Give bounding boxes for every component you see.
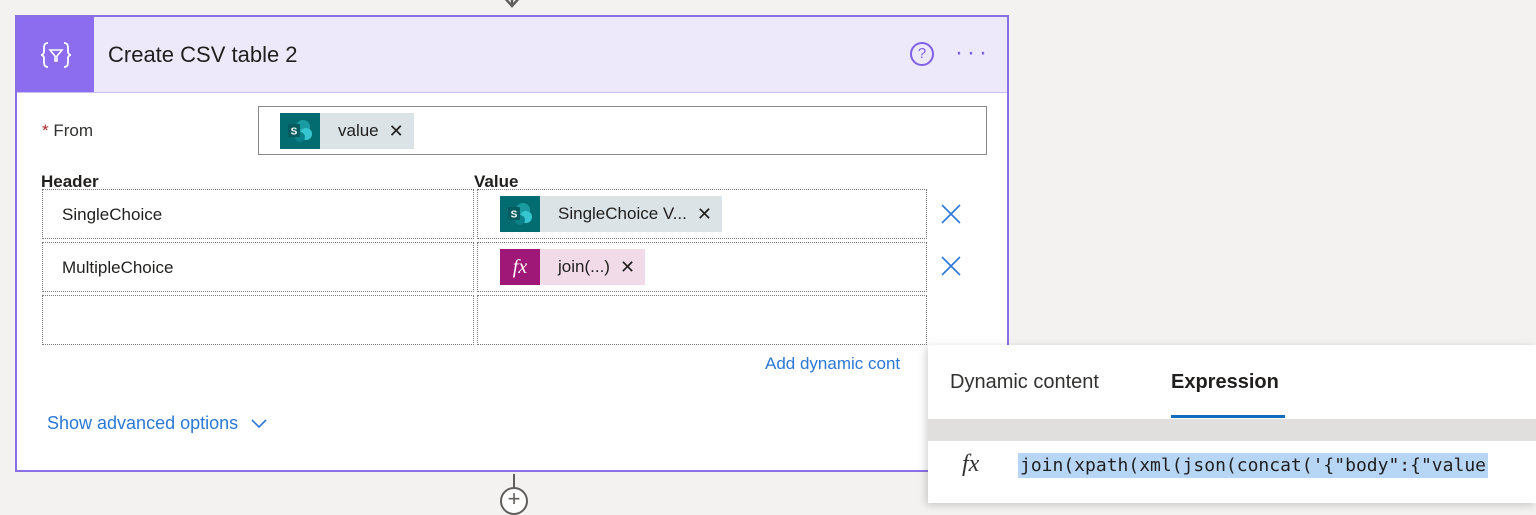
- sharepoint-icon: S: [280, 113, 320, 149]
- from-value-token[interactable]: S value ✕: [280, 113, 414, 149]
- from-label-text: From: [53, 121, 94, 140]
- delete-row-2-icon[interactable]: [937, 252, 965, 280]
- help-icon[interactable]: ?: [910, 42, 934, 66]
- expression-input[interactable]: fx join(xpath(xml(json(concat('{"body":{…: [928, 441, 1536, 503]
- header-input-row-1[interactable]: SingleChoice: [42, 189, 474, 239]
- svg-text:S: S: [291, 127, 298, 138]
- expression-area: fx join(xpath(xml(json(concat('{"body":{…: [928, 419, 1536, 503]
- remove-token-icon[interactable]: ✕: [620, 257, 645, 278]
- header-input-row-3[interactable]: [42, 295, 474, 345]
- add-dynamic-content-link[interactable]: Add dynamic cont: [765, 354, 900, 374]
- chevron-down-icon: [251, 418, 267, 428]
- data-operation-icon: [17, 17, 94, 92]
- expression-text[interactable]: join(xpath(xml(json(concat('{"body":{"va…: [1018, 453, 1488, 478]
- value-token-row-1[interactable]: S SingleChoice V... ✕: [500, 196, 722, 232]
- sharepoint-icon: S: [500, 196, 540, 232]
- token-label: value: [338, 121, 379, 140]
- svg-text:S: S: [511, 210, 518, 221]
- delete-row-1-icon[interactable]: [937, 200, 965, 228]
- create-csv-table-card: Create CSV table 2 ? ··· * From S value …: [15, 15, 1009, 472]
- tab-dynamic-content[interactable]: Dynamic content: [950, 371, 1099, 394]
- dynamic-content-flyout: Dynamic content Expression fx join(xpath…: [928, 345, 1536, 503]
- show-advanced-options[interactable]: Show advanced options: [47, 413, 268, 434]
- card-header[interactable]: Create CSV table 2 ? ···: [17, 17, 1007, 93]
- from-label: * From: [42, 121, 93, 141]
- value-token-row-2[interactable]: fx join(...) ✕: [500, 249, 646, 285]
- more-options-icon[interactable]: ···: [955, 39, 991, 67]
- value-input-row-3[interactable]: [477, 295, 927, 345]
- required-marker: *: [42, 121, 49, 140]
- token-label: join(...): [558, 257, 610, 276]
- fx-icon: fx: [962, 451, 980, 477]
- card-title[interactable]: Create CSV table 2: [108, 42, 298, 68]
- remove-token-icon[interactable]: ✕: [697, 204, 722, 225]
- header-text: MultipleChoice: [62, 258, 174, 277]
- add-step-icon[interactable]: +: [500, 487, 528, 515]
- value-input-row-2[interactable]: fx join(...) ✕: [477, 242, 927, 292]
- advanced-options-label: Show advanced options: [47, 413, 239, 433]
- connector-arrow-icon: [504, 0, 520, 8]
- token-label: SingleChoice V...: [558, 204, 687, 223]
- active-tab-indicator: [1171, 415, 1285, 418]
- from-input[interactable]: S value ✕: [258, 106, 987, 155]
- flyout-beak: [913, 345, 928, 375]
- header-text: SingleChoice: [62, 205, 163, 224]
- tab-expression[interactable]: Expression: [1171, 371, 1279, 394]
- value-input-row-1[interactable]: S SingleChoice V... ✕: [477, 189, 927, 239]
- expression-fx-icon: fx: [500, 249, 540, 285]
- remove-token-icon[interactable]: ✕: [389, 121, 414, 142]
- header-input-row-2[interactable]: MultipleChoice: [42, 242, 474, 292]
